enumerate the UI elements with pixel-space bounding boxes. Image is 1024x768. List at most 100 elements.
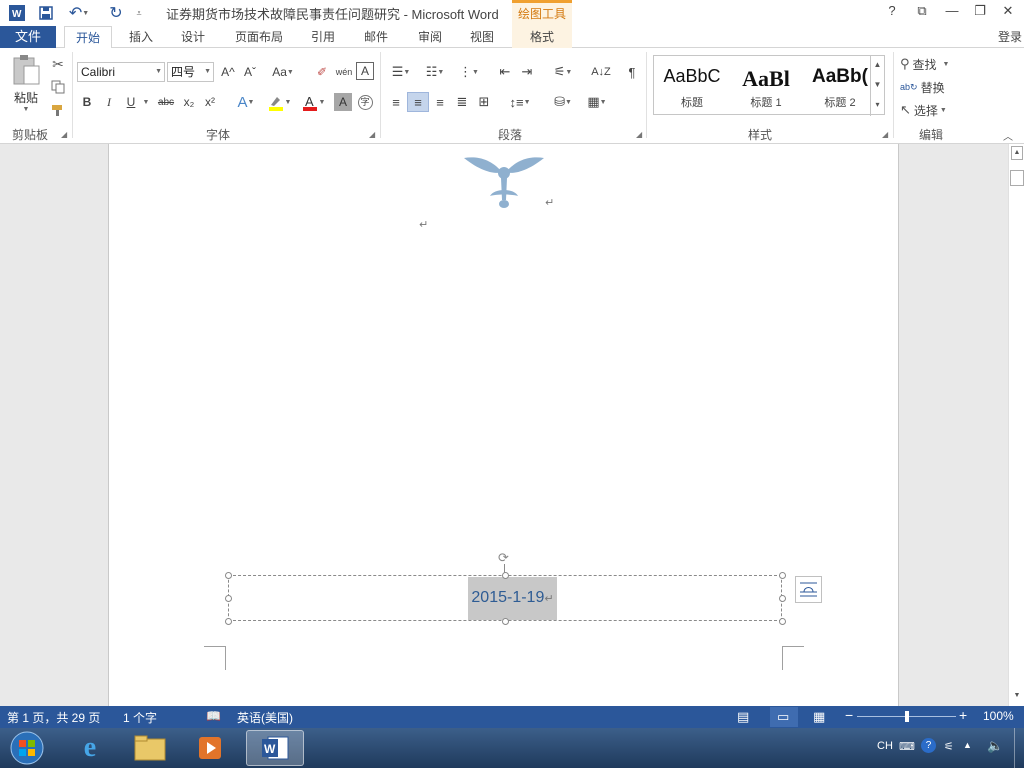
show-desktop-button[interactable] — [1014, 728, 1024, 768]
language-status[interactable]: 英语(美国) — [237, 709, 293, 726]
distributed-icon[interactable]: ⊞ — [474, 92, 494, 112]
zoom-level[interactable]: 100% — [983, 709, 1014, 723]
character-shading-button[interactable]: A — [334, 93, 352, 111]
align-right-icon[interactable]: ≡ — [430, 92, 450, 112]
cut-icon[interactable]: ✂ — [48, 54, 68, 74]
style-heading-2[interactable]: AaBb( 标题 2 — [804, 58, 876, 112]
sign-in-link[interactable]: 登录 — [998, 26, 1022, 48]
zoom-slider-thumb[interactable] — [904, 711, 909, 722]
decrease-indent-icon[interactable]: ⇤ — [495, 62, 515, 82]
bold-button[interactable]: B — [78, 92, 96, 112]
bullets-button[interactable]: ☰ ▼ — [386, 62, 416, 82]
tab-page-layout[interactable]: 页面布局 — [226, 26, 292, 48]
resize-handle-bottom[interactable] — [502, 618, 509, 625]
tray-settings-icon[interactable]: ⚟ — [944, 740, 954, 753]
tab-home[interactable]: 开始 — [64, 26, 112, 49]
taskbar-media-player[interactable] — [182, 730, 238, 766]
character-border-button[interactable]: A — [356, 62, 374, 80]
numbering-button[interactable]: ☷ ▼ — [420, 62, 450, 82]
tab-format[interactable]: 格式 — [512, 26, 572, 48]
word-app-icon[interactable]: W — [6, 3, 28, 23]
taskbar-word[interactable]: W — [246, 730, 304, 766]
word-count-status[interactable]: 1 个字 — [123, 709, 157, 726]
taskbar-file-explorer[interactable] — [122, 730, 178, 766]
paragraph-launcher-icon[interactable]: ◢ — [636, 130, 642, 139]
show-hidden-icons-icon[interactable]: ▲ — [963, 740, 972, 750]
gallery-more-icon[interactable]: ▾ — [870, 96, 884, 116]
undo-button[interactable]: ↶ ▼ — [64, 3, 94, 23]
start-button[interactable] — [0, 730, 54, 766]
redo-icon[interactable]: ↻ — [106, 3, 126, 23]
resize-handle-top-left[interactable] — [225, 572, 232, 579]
zoom-out-button[interactable]: − — [845, 707, 853, 723]
format-painter-icon[interactable] — [48, 100, 68, 120]
align-left-icon[interactable]: ≡ — [386, 92, 406, 112]
strikethrough-button[interactable]: abc — [155, 92, 177, 112]
minimize-button[interactable]: — — [940, 3, 964, 18]
copy-icon[interactable] — [48, 77, 68, 97]
grow-font-button[interactable]: A^ — [218, 62, 238, 82]
date-text[interactable]: 2015-1-19↵ — [468, 577, 557, 620]
layout-options-button[interactable] — [795, 576, 822, 603]
keyboard-icon[interactable]: ⌨ — [899, 740, 915, 753]
ribbon-display-options-button[interactable]: ⧉ — [910, 3, 934, 19]
show-formatting-marks-icon[interactable]: ¶ — [622, 62, 642, 82]
font-launcher-icon[interactable]: ◢ — [369, 130, 375, 139]
vertical-scrollbar[interactable]: ▲ ▼ — [1008, 144, 1024, 706]
text-effects-button[interactable]: A ▼ — [232, 92, 260, 112]
highlight-color-button[interactable]: ▼ — [264, 92, 294, 112]
chinese-layout-button[interactable]: ⚟ ▼ — [548, 62, 578, 82]
proofing-icon[interactable]: 📖 — [206, 709, 221, 723]
superscript-button[interactable]: x² — [201, 92, 219, 112]
line-spacing-button[interactable]: ↕≡ ▼ — [505, 92, 535, 112]
sort-icon[interactable]: A↓Z — [590, 62, 612, 82]
date-text-box[interactable]: 2015-1-19↵ — [225, 572, 786, 625]
font-name-select[interactable]: Calibri ▼ — [77, 62, 165, 82]
tab-file[interactable]: 文件 — [0, 26, 56, 49]
page-count-status[interactable]: 第 1 页，共 29 页 — [7, 709, 100, 726]
style-title[interactable]: AaBbC 标题 — [656, 58, 728, 112]
resize-handle-bottom-right[interactable] — [779, 618, 786, 625]
save-icon[interactable] — [36, 3, 56, 23]
align-center-icon[interactable]: ≡ — [407, 92, 429, 112]
multilevel-list-button[interactable]: ⋮ ▼ — [454, 62, 484, 82]
taskbar-internet-explorer[interactable]: e — [62, 730, 118, 766]
tab-view[interactable]: 视图 — [460, 26, 504, 48]
resize-handle-top-right[interactable] — [779, 572, 786, 579]
customize-qat-icon[interactable]: ⩡ — [132, 3, 146, 23]
scroll-down-icon[interactable]: ▼ — [1011, 690, 1023, 704]
change-case-button[interactable]: Aa ▼ — [268, 62, 298, 82]
gallery-scroll-down-icon[interactable]: ▼ — [870, 76, 884, 96]
style-heading-1[interactable]: AaBl 标题 1 — [730, 58, 802, 112]
help-button[interactable]: ? — [880, 3, 904, 18]
underline-button[interactable]: U — [122, 92, 140, 112]
tab-insert[interactable]: 插入 — [120, 26, 162, 48]
restore-button[interactable]: ❐ — [968, 3, 992, 19]
shading-button[interactable]: ⛁ ▼ — [548, 92, 578, 112]
resize-handle-left[interactable] — [225, 595, 232, 602]
styles-launcher-icon[interactable]: ◢ — [882, 130, 888, 139]
select-button[interactable]: ↖ 选择 ▼ — [900, 100, 962, 120]
phonetic-guide-button[interactable]: wén — [334, 62, 354, 82]
volume-icon[interactable]: 🔈 — [987, 738, 1003, 754]
underline-dropdown-icon[interactable]: ▼ — [140, 92, 152, 112]
italic-button[interactable]: I — [100, 92, 118, 112]
replace-button[interactable]: ab↻ 替换 — [900, 77, 962, 97]
zoom-in-button[interactable]: + — [959, 707, 967, 723]
font-size-select[interactable]: 四号 ▼ — [167, 62, 214, 82]
web-layout-icon[interactable]: ▦ — [813, 709, 825, 725]
input-language-indicator[interactable]: CH — [877, 740, 893, 752]
resize-handle-bottom-left[interactable] — [225, 618, 232, 625]
scroll-thumb[interactable] — [1010, 170, 1024, 186]
tab-design[interactable]: 设计 — [172, 26, 214, 48]
clipboard-launcher-icon[interactable]: ◢ — [61, 130, 67, 139]
font-color-button[interactable]: A ▼ — [298, 92, 328, 112]
tab-review[interactable]: 审阅 — [408, 26, 452, 48]
paste-button[interactable]: 粘贴 ▼ — [8, 54, 44, 116]
increase-indent-icon[interactable]: ⇥ — [517, 62, 537, 82]
shrink-font-button[interactable]: Aˇ — [240, 62, 260, 82]
close-button[interactable]: ✕ — [996, 3, 1020, 19]
tab-references[interactable]: 引用 — [302, 26, 344, 48]
scroll-up-icon[interactable]: ▲ — [1011, 146, 1023, 160]
help-tray-icon[interactable]: ? — [921, 738, 936, 753]
